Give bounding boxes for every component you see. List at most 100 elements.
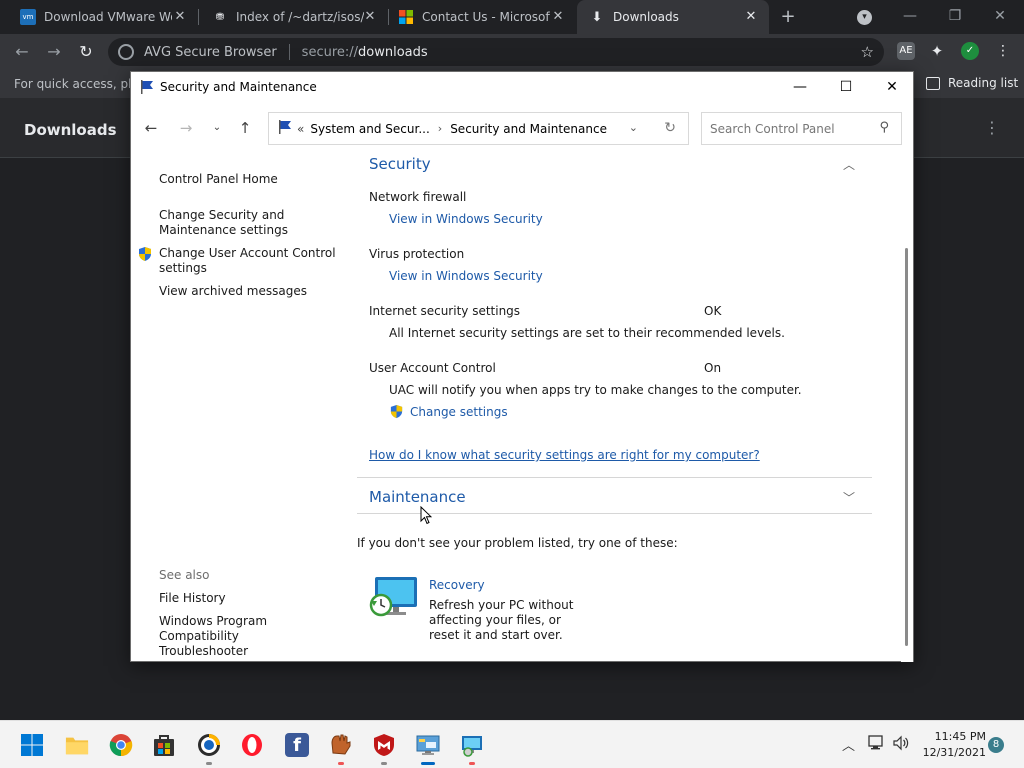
show-hidden-icons-chevron-icon[interactable]: ︿ bbox=[842, 735, 855, 754]
chevron-down-icon[interactable]: ﹀ bbox=[843, 489, 855, 506]
running-indicator bbox=[469, 762, 475, 765]
taskbar-clock[interactable]: 11:45 PM 12/31/2021 bbox=[920, 729, 986, 761]
breadcrumb-system-security[interactable]: System and Secur... bbox=[310, 122, 429, 136]
section-divider bbox=[357, 477, 872, 478]
tab-index-isos[interactable]: ⛃ Index of /~dartz/isos/ ✕ bbox=[200, 0, 388, 34]
file-history-link[interactable]: File History bbox=[159, 591, 226, 606]
tab-search-icon[interactable]: ▾ bbox=[857, 10, 872, 25]
tab-contact-microsoft[interactable]: Contact Us - Microsoft ✕ bbox=[386, 0, 576, 34]
bookmark-hint: For quick access, plac bbox=[14, 77, 146, 91]
left-nav-pane: Control Panel Home Change Security and M… bbox=[131, 152, 351, 662]
address-bar[interactable]: AVG Secure Browser secure:// downloads ☆ bbox=[108, 38, 884, 66]
microsoft-store-icon[interactable] bbox=[152, 733, 176, 757]
active-app-indicator bbox=[421, 762, 435, 765]
control-panel-icon[interactable] bbox=[416, 733, 440, 757]
tab-download-vmware[interactable]: vm Download VMware Wo ✕ bbox=[8, 0, 198, 34]
uac-label: User Account Control bbox=[369, 361, 496, 375]
avg-browser-icon[interactable] bbox=[197, 733, 221, 757]
maintenance-section-heading[interactable]: Maintenance bbox=[369, 488, 466, 506]
breadcrumb-overflow[interactable]: « bbox=[297, 122, 304, 136]
refresh-icon[interactable]: ↻ bbox=[664, 120, 676, 136]
downloads-menu-icon[interactable]: ⋮ bbox=[984, 118, 1000, 138]
change-security-settings-link[interactable]: Change Security and Maintenance settings bbox=[159, 208, 339, 238]
vertical-scrollbar[interactable] bbox=[901, 152, 913, 662]
minimize-icon[interactable]: — bbox=[777, 72, 823, 102]
mcafee-icon[interactable] bbox=[372, 733, 396, 757]
browser-tab-strip: vm Download VMware Wo ✕ ⛃ Index of /~dar… bbox=[0, 0, 1024, 34]
security-check-icon[interactable]: ✓ bbox=[961, 42, 979, 60]
uac-shield-icon bbox=[137, 246, 153, 265]
reading-list-icon bbox=[926, 76, 940, 90]
address-bar[interactable]: « System and Secur... › Security and Mai… bbox=[268, 112, 689, 145]
window-titlebar[interactable]: Security and Maintenance — ☐ ✕ bbox=[131, 72, 913, 102]
search-icon[interactable]: ⚲ bbox=[879, 120, 889, 135]
reading-list-button[interactable]: Reading list bbox=[926, 76, 1018, 90]
chevron-up-icon[interactable]: ︿ bbox=[843, 156, 855, 173]
browser-toolbar: ← → ↻ AVG Secure Browser secure:// downl… bbox=[0, 34, 1024, 70]
explorer-nav-bar: ← → ⌄ ↑ « System and Secur... › Security… bbox=[131, 102, 913, 152]
remote-desktop-icon[interactable] bbox=[460, 733, 484, 757]
new-tab-button[interactable]: + bbox=[778, 7, 798, 27]
control-panel-window: Security and Maintenance — ☐ ✕ ← → ⌄ ↑ «… bbox=[130, 71, 914, 662]
opera-icon[interactable] bbox=[240, 733, 264, 757]
change-uac-settings-link[interactable]: Change User Account Control settings bbox=[159, 246, 339, 276]
forward-arrow-icon[interactable]: → bbox=[44, 42, 64, 62]
forward-arrow-icon[interactable]: → bbox=[176, 118, 196, 138]
server-icon: ⛃ bbox=[215, 11, 225, 23]
uac-change-settings-link[interactable]: Change settings bbox=[410, 405, 508, 419]
url-host: downloads bbox=[358, 44, 428, 60]
download-icon: ⬇ bbox=[591, 9, 603, 25]
extensions-puzzle-icon[interactable]: ✦ bbox=[928, 42, 946, 60]
recovery-description: Refresh your PC without affecting your f… bbox=[429, 598, 574, 642]
scrollbar-thumb[interactable] bbox=[905, 248, 908, 646]
back-arrow-icon[interactable]: ← bbox=[141, 118, 161, 138]
start-windows-icon[interactable] bbox=[20, 733, 44, 757]
internet-security-status: OK bbox=[704, 304, 722, 318]
close-icon[interactable]: ✕ bbox=[869, 72, 915, 102]
uac-description: UAC will notify you when apps try to mak… bbox=[389, 383, 802, 397]
back-arrow-icon[interactable]: ← bbox=[12, 42, 32, 62]
browser-menu-icon[interactable]: ⋮ bbox=[994, 42, 1012, 60]
recovery-icon[interactable] bbox=[369, 575, 419, 622]
bookmark-star-icon[interactable]: ☆ bbox=[861, 43, 874, 61]
network-icon[interactable] bbox=[867, 735, 885, 755]
baseball-glove-icon[interactable] bbox=[329, 733, 353, 757]
reading-list-label: Reading list bbox=[948, 76, 1019, 90]
tab-downloads[interactable]: ⬇ Downloads ✕ bbox=[577, 0, 769, 34]
minimize-icon[interactable]: — bbox=[898, 4, 922, 28]
firewall-windows-security-link[interactable]: View in Windows Security bbox=[389, 212, 543, 226]
tab-divider bbox=[198, 9, 199, 25]
address-dropdown-icon[interactable]: ⌄ bbox=[629, 121, 638, 134]
chrome-icon[interactable] bbox=[109, 733, 133, 757]
up-arrow-icon[interactable]: ↑ bbox=[235, 118, 255, 138]
recovery-link[interactable]: Recovery bbox=[429, 578, 485, 592]
file-explorer-icon[interactable] bbox=[65, 733, 89, 757]
close-tab-icon[interactable]: ✕ bbox=[362, 9, 378, 25]
close-tab-icon[interactable]: ✕ bbox=[172, 9, 188, 25]
close-tab-icon[interactable]: ✕ bbox=[743, 9, 759, 25]
restore-icon[interactable]: ❐ bbox=[943, 4, 967, 28]
uac-status: On bbox=[704, 361, 722, 375]
volume-icon[interactable] bbox=[892, 735, 910, 755]
virus-protection-label: Virus protection bbox=[369, 247, 465, 261]
reload-icon[interactable]: ↻ bbox=[76, 42, 96, 62]
control-panel-home-link[interactable]: Control Panel Home bbox=[159, 172, 278, 187]
maximize-icon[interactable]: ☐ bbox=[823, 72, 869, 102]
compatibility-troubleshooter-link[interactable]: Windows Program Compatibility Troublesho… bbox=[159, 614, 329, 659]
security-section-heading[interactable]: Security bbox=[369, 155, 431, 173]
security-flag-icon bbox=[139, 79, 155, 98]
vmware-icon: vm bbox=[20, 9, 36, 25]
breadcrumb-security-maintenance[interactable]: Security and Maintenance bbox=[450, 122, 607, 136]
notification-count-badge[interactable]: 8 bbox=[988, 737, 1004, 753]
view-archived-messages-link[interactable]: View archived messages bbox=[159, 284, 307, 299]
close-tab-icon[interactable]: ✕ bbox=[550, 9, 566, 25]
taskbar: f ︿ 11:45 PM 12/31/2021 8 bbox=[0, 720, 1024, 768]
search-control-panel-input[interactable]: Search Control Panel ⚲ bbox=[701, 112, 902, 145]
facebook-icon[interactable]: f bbox=[285, 733, 309, 757]
close-window-icon[interactable]: ✕ bbox=[988, 4, 1012, 28]
recent-locations-chevron-icon[interactable]: ⌄ bbox=[207, 118, 227, 138]
virus-windows-security-link[interactable]: View in Windows Security bbox=[389, 269, 543, 283]
extension-ae-icon[interactable]: AE bbox=[897, 42, 915, 60]
omnibox-divider bbox=[288, 44, 290, 60]
security-settings-help-link[interactable]: How do I know what security settings are… bbox=[369, 448, 760, 462]
